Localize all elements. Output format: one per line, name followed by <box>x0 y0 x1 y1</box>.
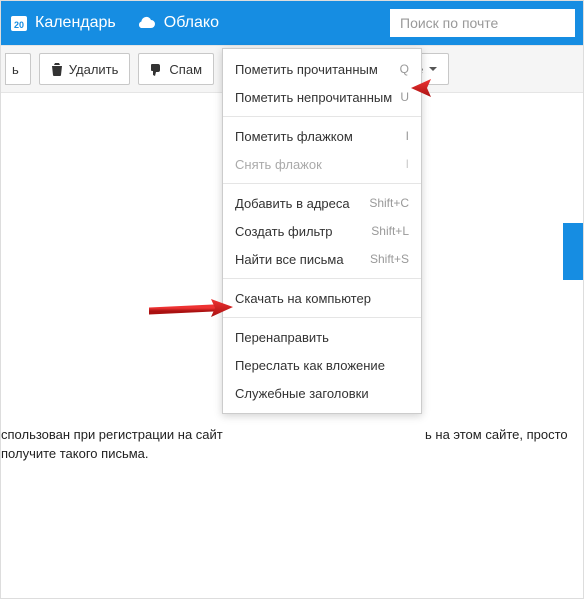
nav-calendar[interactable]: 20 Календарь <box>9 13 116 33</box>
menu-separator <box>223 278 421 279</box>
menu-separator <box>223 317 421 318</box>
more-dropdown-menu: Пометить прочитаннымQ Пометить непрочита… <box>222 48 422 414</box>
menu-unflag: Снять флажокI <box>223 150 421 178</box>
menu-create-filter[interactable]: Создать фильтрShift+L <box>223 217 421 245</box>
menu-flag[interactable]: Пометить флажкомI <box>223 122 421 150</box>
truncated-button[interactable]: ь <box>5 53 31 85</box>
search-container <box>390 9 575 37</box>
menu-redirect[interactable]: Перенаправить <box>223 323 421 351</box>
side-accent-panel <box>563 223 583 280</box>
menu-forward-attachment[interactable]: Переслать как вложение <box>223 351 421 379</box>
menu-find-all[interactable]: Найти все письмаShift+S <box>223 245 421 273</box>
nav-calendar-label: Календарь <box>35 14 116 32</box>
thumbs-down-icon <box>150 63 163 76</box>
annotation-arrow-download-icon <box>149 297 233 321</box>
nav-cloud-label: Облако <box>164 14 219 32</box>
chevron-down-icon <box>429 67 437 71</box>
spam-label: Спам <box>169 62 202 77</box>
message-body-text: спользован при регистрации на сайт ь на … <box>1 426 573 464</box>
menu-separator <box>223 183 421 184</box>
delete-label: Удалить <box>69 62 119 77</box>
menu-add-address[interactable]: Добавить в адресаShift+C <box>223 189 421 217</box>
delete-button[interactable]: Удалить <box>39 53 131 85</box>
nav-cloud[interactable]: Облако <box>134 13 219 33</box>
menu-mark-unread[interactable]: Пометить непрочитаннымU <box>223 83 421 111</box>
menu-mark-read[interactable]: Пометить прочитаннымQ <box>223 55 421 83</box>
top-nav-bar: 20 Календарь Облако <box>1 1 583 45</box>
calendar-icon: 20 <box>9 13 29 33</box>
cloud-icon <box>134 13 158 33</box>
menu-separator <box>223 116 421 117</box>
search-input[interactable] <box>390 9 575 37</box>
svg-text:20: 20 <box>14 20 24 30</box>
spam-button[interactable]: Спам <box>138 53 214 85</box>
trash-icon <box>51 63 63 76</box>
menu-headers[interactable]: Служебные заголовки <box>223 379 421 407</box>
menu-download[interactable]: Скачать на компьютер <box>223 284 421 312</box>
